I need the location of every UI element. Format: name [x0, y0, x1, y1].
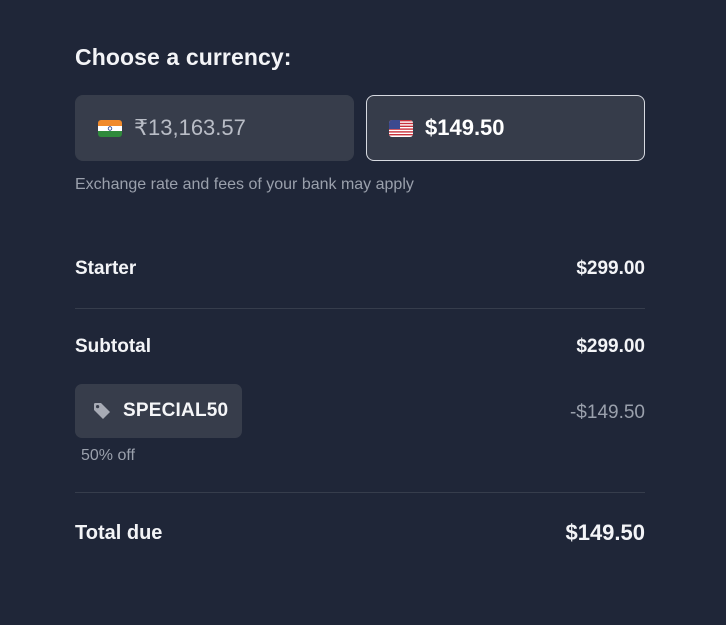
divider	[75, 308, 645, 309]
discount-description: 50% off	[81, 447, 135, 464]
line-item-price: $299.00	[576, 258, 645, 279]
subtotal-label: Subtotal	[75, 336, 151, 357]
exchange-rate-note: Exchange rate and fees of your bank may …	[75, 176, 414, 193]
us-flag-icon	[389, 119, 413, 137]
checkout-summary: Choose a currency: ₹13,163.57 $149.50 Ex…	[75, 0, 645, 625]
line-item-starter: Starter $299.00	[75, 258, 645, 280]
divider	[75, 492, 645, 493]
subtotal-value: $299.00	[576, 336, 645, 357]
currency-option-inr[interactable]: ₹13,163.57	[75, 95, 354, 161]
promo-code-text: SPECIAL50	[123, 400, 229, 421]
total-value: $149.50	[565, 520, 645, 545]
currency-title: Choose a currency:	[75, 44, 292, 70]
total-label: Total due	[75, 521, 163, 544]
currency-option-usd[interactable]: $149.50	[366, 95, 645, 161]
tag-icon	[94, 403, 110, 419]
subtotal-row: Subtotal $299.00	[75, 336, 645, 358]
line-item-label: Starter	[75, 258, 137, 279]
discount-amount: -$149.50	[569, 402, 645, 423]
promo-code-badge[interactable]: SPECIAL50	[75, 384, 242, 438]
currency-amount-usd: $149.50	[425, 115, 505, 140]
currency-amount-inr: ₹13,163.57	[134, 115, 246, 140]
india-flag-icon	[98, 119, 122, 137]
total-row: Total due $149.50	[75, 520, 645, 546]
